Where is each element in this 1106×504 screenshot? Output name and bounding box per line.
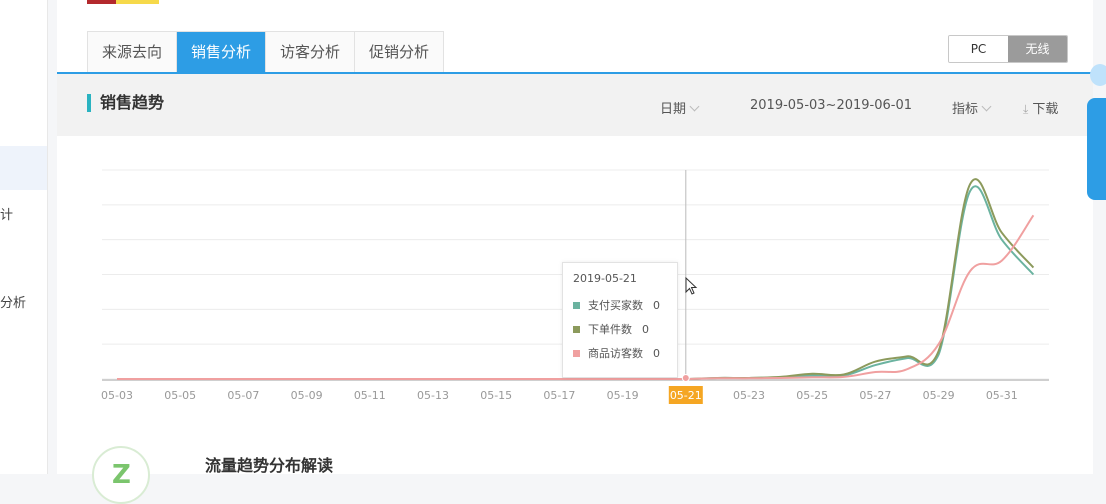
tooltip-series-value: 0 [642,322,649,336]
x-tick-label: 05-29 [923,389,955,402]
tooltip-series-value: 0 [653,346,660,360]
left-sidebar: 计 分析 [0,0,48,474]
x-tick-label: 05-25 [796,389,828,402]
x-tick-label: 05-17 [543,389,575,402]
x-tick-label: 05-11 [354,389,386,402]
x-tick-label: 05-07 [227,389,259,402]
tooltip-series-name: 支付买家数 [588,299,643,312]
tooltip-row: 商品访客数 0 [573,341,667,365]
insight-badge: Z [92,446,150,504]
x-tick-label: 05-23 [733,389,765,402]
cloud-icon[interactable] [1090,64,1106,86]
series-swatch [573,301,580,309]
tooltip-date: 2019-05-21 [573,272,637,285]
x-tick-label: 05-15 [480,389,512,402]
x-tick-label: 05-21 [670,389,702,402]
hover-point [681,374,690,382]
insight-badge-glyph: Z [112,460,131,490]
x-tick-label: 05-13 [417,389,449,402]
tooltip-row: 下单件数 0 [573,317,667,341]
sales-trend-chart[interactable]: 05-03 05-05 05-07 05-09 05-11 05-13 05-15 05-17… [57,0,1093,474]
tooltip-series-value: 0 [653,298,660,312]
mouse-cursor-icon [685,277,698,295]
x-tick-label: 05-05 [164,389,196,402]
tooltip-row: 支付买家数 0 [573,293,667,317]
x-tick-label: 05-31 [986,389,1018,402]
sidebar-active-item[interactable] [0,146,47,190]
x-tick-label: 05-03 [101,389,133,402]
insight-title: 流量趋势分布解读 [205,456,334,475]
x-tick-label: 05-19 [607,389,639,402]
series-swatch [573,349,580,357]
x-tick-label: 05-27 [859,389,891,402]
sidebar-item-fragment[interactable]: 分析 [0,292,26,311]
floating-side-widget[interactable] [1087,98,1106,200]
tooltip-series-name: 下单件数 [588,323,632,336]
sidebar-item-fragment[interactable]: 计 [0,204,13,223]
main-content: 来源去向 销售分析 访客分析 促销分析 PC 无线 销售趋势 日期 2019-0… [57,0,1093,504]
chart-tooltip: 2019-05-21 支付买家数 0 下单件数 0 商品访客数 0 [562,262,678,378]
tooltip-series-name: 商品访客数 [588,347,643,360]
x-tick-label: 05-09 [291,389,323,402]
series-swatch [573,325,580,333]
